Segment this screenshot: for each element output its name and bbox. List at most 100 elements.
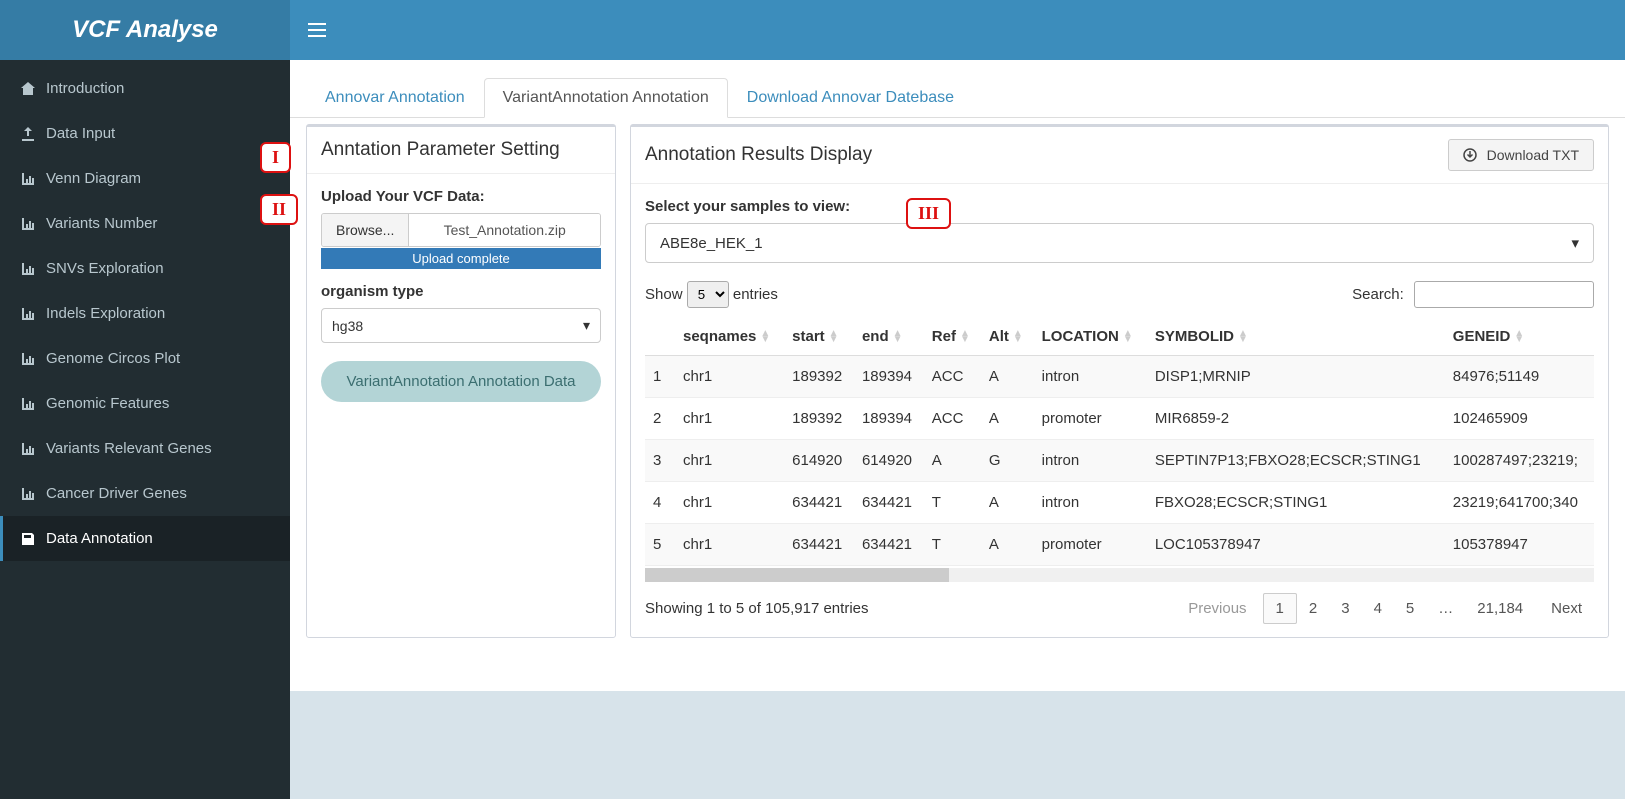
results-table: seqnames▲▼start▲▼end▲▼Ref▲▼Alt▲▼LOCATION…	[645, 318, 1594, 566]
cell: promoter	[1034, 398, 1147, 440]
cell: A	[981, 482, 1034, 524]
sort-icon: ▲▼	[1013, 331, 1023, 343]
column-header[interactable]: end▲▼	[854, 318, 924, 356]
cell: A	[981, 524, 1034, 566]
tab-variantannotation[interactable]: VariantAnnotation Annotation	[484, 78, 728, 118]
search-input[interactable]	[1414, 281, 1594, 308]
chart-icon	[18, 351, 38, 367]
nav-cancer-driver[interactable]: Cancer Driver Genes	[0, 471, 290, 516]
nav-genomic-features[interactable]: Genomic Features	[0, 381, 290, 426]
column-header[interactable]: LOCATION▲▼	[1034, 318, 1147, 356]
download-txt-button[interactable]: Download TXT	[1448, 139, 1594, 171]
tab-bar: Annovar Annotation VariantAnnotation Ann…	[290, 60, 1625, 118]
nav-snvs[interactable]: SNVs Exploration	[0, 246, 290, 291]
nav-label: Indels Exploration	[46, 305, 165, 322]
nav-data-annotation[interactable]: Data Annotation	[0, 516, 290, 561]
run-annotation-button[interactable]: VariantAnnotation Annotation Data	[321, 361, 601, 402]
browse-button[interactable]: Browse...	[322, 214, 409, 246]
cell: chr1	[675, 440, 784, 482]
chart-icon	[18, 171, 38, 187]
cell: ACC	[924, 398, 981, 440]
cell: T	[924, 524, 981, 566]
row-index: 2	[645, 398, 675, 440]
page-number[interactable]: 5	[1394, 594, 1426, 623]
row-index: 1	[645, 356, 675, 398]
hamburger-icon[interactable]	[308, 23, 326, 37]
nav-variants-number[interactable]: Variants Number	[0, 201, 290, 246]
entries-suffix: entries	[733, 286, 778, 303]
cell: chr1	[675, 398, 784, 440]
footer-band	[290, 691, 1625, 799]
table-info: Showing 1 to 5 of 105,917 entries	[645, 600, 869, 617]
search-label: Search:	[1352, 286, 1404, 303]
upload-label: Upload Your VCF Data:	[321, 188, 601, 205]
sample-label: Select your samples to view:	[645, 198, 1594, 215]
cell: 189392	[784, 356, 854, 398]
nav-label: Venn Diagram	[46, 170, 141, 187]
column-header[interactable]: seqnames▲▼	[675, 318, 784, 356]
page-number[interactable]: 2	[1297, 594, 1329, 623]
nav-label: Data Annotation	[46, 530, 153, 547]
sort-icon: ▲▼	[1123, 331, 1133, 343]
organism-select[interactable]: hg38 ▾	[321, 308, 601, 343]
parameter-panel: Anntation Parameter Setting Upload Your …	[306, 124, 616, 638]
nav-label: Genomic Features	[46, 395, 169, 412]
page-number[interactable]: 1	[1263, 593, 1297, 624]
topbar	[290, 0, 1625, 60]
nav-label: Genome Circos Plot	[46, 350, 180, 367]
column-header[interactable]: start▲▼	[784, 318, 854, 356]
nav-data-input[interactable]: Data Input	[0, 111, 290, 156]
chart-icon	[18, 261, 38, 277]
cell: G	[981, 440, 1034, 482]
nav-venn[interactable]: Venn Diagram	[0, 156, 290, 201]
table-row: 4chr1634421634421TAintronFBXO28;ECSCR;ST…	[645, 482, 1594, 524]
page-number[interactable]: 4	[1362, 594, 1394, 623]
page-number[interactable]: 21,184	[1465, 594, 1535, 623]
scrollbar-thumb[interactable]	[645, 568, 949, 582]
content-area: I II III Annovar Annotation VariantAnnot…	[290, 60, 1625, 691]
entries-select[interactable]: 5	[687, 281, 729, 308]
results-panel-title: Annotation Results Display	[645, 144, 872, 166]
cell: chr1	[675, 524, 784, 566]
sort-icon: ▲▼	[1514, 331, 1524, 343]
chart-icon	[18, 486, 38, 502]
page-next[interactable]: Next	[1539, 594, 1594, 623]
table-scroll[interactable]: seqnames▲▼start▲▼end▲▼Ref▲▼Alt▲▼LOCATION…	[645, 318, 1594, 566]
cell: intron	[1034, 440, 1147, 482]
page-number[interactable]: 3	[1329, 594, 1361, 623]
caret-down-icon: ▾	[583, 317, 590, 334]
nav-label: Cancer Driver Genes	[46, 485, 187, 502]
row-index: 3	[645, 440, 675, 482]
column-header[interactable]: Alt▲▼	[981, 318, 1034, 356]
nav-introduction[interactable]: Introduction	[0, 66, 290, 111]
column-header[interactable]: SYMBOLID▲▼	[1147, 318, 1445, 356]
sort-icon: ▲▼	[1238, 331, 1248, 343]
nav-indels[interactable]: Indels Exploration	[0, 291, 290, 336]
cell: 105378947	[1445, 524, 1594, 566]
cell: promoter	[1034, 524, 1147, 566]
cell: 634421	[854, 524, 924, 566]
page-prev[interactable]: Previous	[1176, 594, 1258, 623]
cell: 189394	[854, 356, 924, 398]
tab-annovar[interactable]: Annovar Annotation	[306, 78, 484, 117]
cell: FBXO28;ECSCR;STING1	[1147, 482, 1445, 524]
nav-variants-genes[interactable]: Variants Relevant Genes	[0, 426, 290, 471]
tab-download-db[interactable]: Download Annovar Datebase	[728, 78, 973, 117]
nav-label: Data Input	[46, 125, 115, 142]
sort-icon: ▲▼	[760, 331, 770, 343]
pagination: Previous 12345…21,184 Next	[1176, 594, 1594, 623]
cell: 614920	[854, 440, 924, 482]
cell: A	[924, 440, 981, 482]
file-name-display: Test_Annotation.zip	[409, 214, 600, 246]
row-index: 4	[645, 482, 675, 524]
horizontal-scrollbar[interactable]	[645, 568, 1594, 582]
show-label: Show	[645, 286, 683, 303]
cell: 102465909	[1445, 398, 1594, 440]
upload-icon	[18, 126, 38, 142]
column-header[interactable]: GENEID▲▼	[1445, 318, 1594, 356]
nav-circos[interactable]: Genome Circos Plot	[0, 336, 290, 381]
download-btn-label: Download TXT	[1487, 147, 1579, 163]
sidebar: VCF Analyse Introduction Data Input Venn…	[0, 0, 290, 799]
column-header[interactable]: Ref▲▼	[924, 318, 981, 356]
sample-select[interactable]: ABE8e_HEK_1 ▾	[645, 223, 1594, 263]
